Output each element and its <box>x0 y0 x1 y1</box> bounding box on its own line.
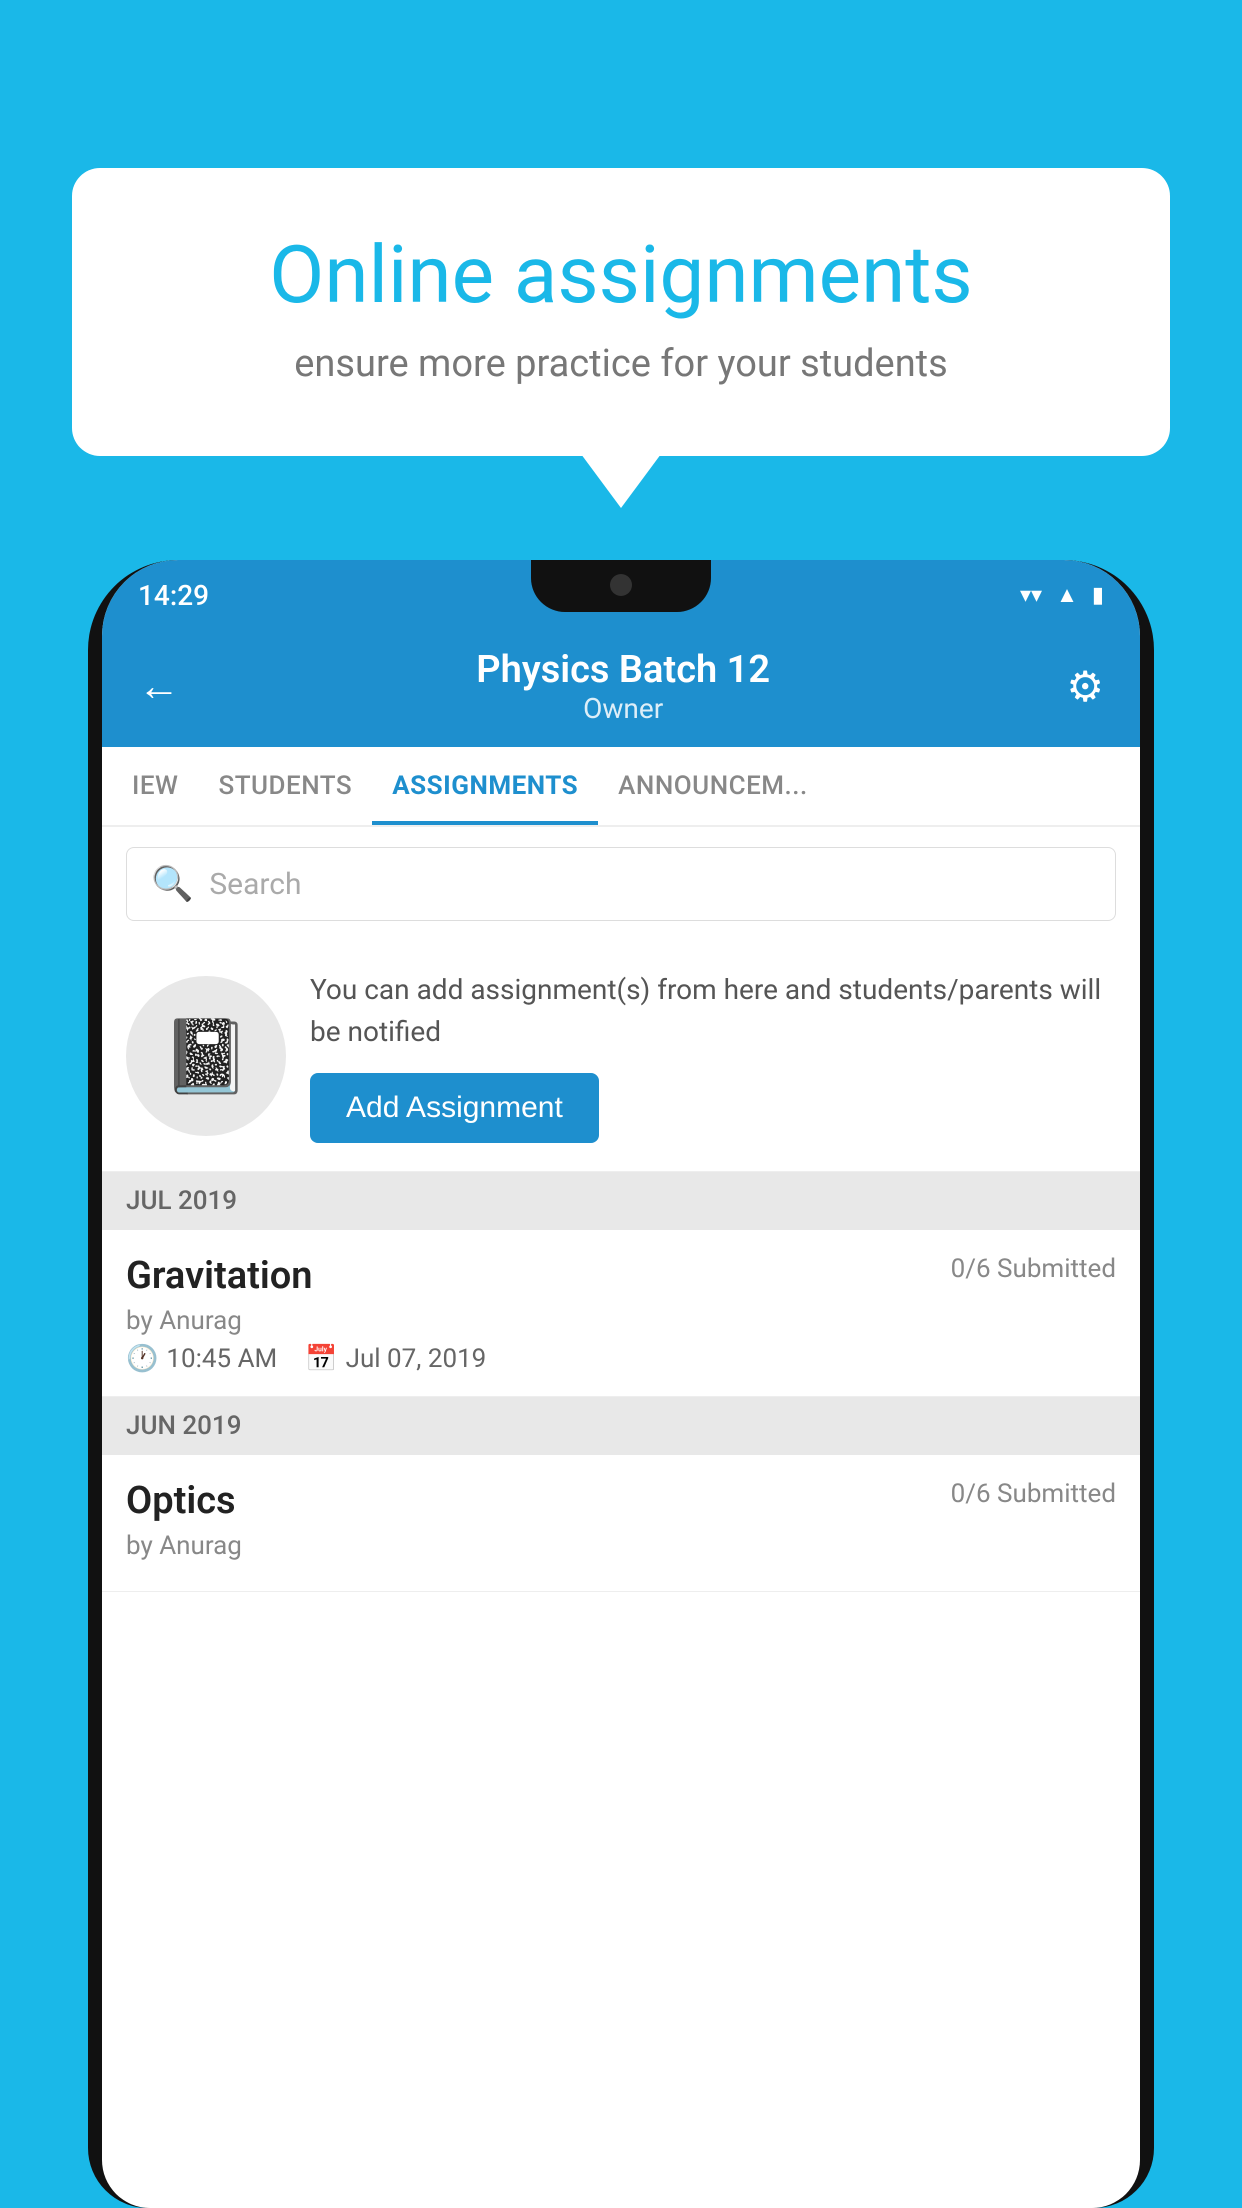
tab-iew[interactable]: IEW <box>112 747 198 825</box>
phone-notch <box>531 560 711 612</box>
back-button[interactable]: ← <box>138 666 180 708</box>
role-subtitle: Owner <box>476 692 770 725</box>
signal-icon: ▲ <box>1056 582 1078 608</box>
promo-text: You can add assignment(s) from here and … <box>310 969 1116 1053</box>
tab-assignments[interactable]: ASSIGNMENTS <box>372 747 598 825</box>
section-jul-2019: JUL 2019 <box>102 1172 1140 1230</box>
phone-frame: 14:29 ▾▾ ▲ ▮ ← Physics Batch 12 Owner ⚙ … <box>88 560 1154 2208</box>
assignment-name-optics: Optics <box>126 1479 236 1523</box>
assignment-optics[interactable]: Optics 0/6 Submitted by Anurag <box>102 1455 1140 1592</box>
assignment-name-gravitation: Gravitation <box>126 1254 313 1298</box>
bubble-subtitle: ensure more practice for your students <box>144 342 1098 386</box>
app-header: ← Physics Batch 12 Owner ⚙ <box>102 630 1140 747</box>
assignment-meta-gravitation: 🕐 10:45 AM 📅 Jul 07, 2019 <box>126 1344 1116 1374</box>
assignment-author-gravitation: by Anurag <box>126 1306 1116 1336</box>
assignment-gravitation[interactable]: Gravitation 0/6 Submitted by Anurag 🕐 10… <box>102 1230 1140 1397</box>
assignment-status-gravitation: 0/6 Submitted <box>951 1254 1116 1284</box>
settings-icon[interactable]: ⚙ <box>1066 662 1104 712</box>
status-time: 14:29 <box>138 579 209 612</box>
status-icons: ▾▾ ▲ ▮ <box>1020 582 1104 608</box>
wifi-icon: ▾▾ <box>1020 583 1042 608</box>
tabs-bar: IEW STUDENTS ASSIGNMENTS ANNOUNCEM... <box>102 747 1140 827</box>
assignment-time-gravitation: 10:45 AM <box>166 1344 277 1374</box>
tab-students[interactable]: STUDENTS <box>198 747 372 825</box>
tab-announcements[interactable]: ANNOUNCEM... <box>598 747 828 825</box>
battery-icon: ▮ <box>1092 583 1104 608</box>
clock-icon: 🕐 <box>126 1344 158 1374</box>
search-placeholder: Search <box>209 867 301 902</box>
phone-screen: 14:29 ▾▾ ▲ ▮ ← Physics Batch 12 Owner ⚙ … <box>102 560 1140 2208</box>
promo-block: 📓 You can add assignment(s) from here an… <box>102 941 1140 1172</box>
assignment-author-optics: by Anurag <box>126 1531 1116 1561</box>
add-assignment-button[interactable]: Add Assignment <box>310 1073 599 1143</box>
assignment-date-gravitation: Jul 07, 2019 <box>346 1344 487 1374</box>
header-title-block: Physics Batch 12 Owner <box>476 648 770 725</box>
search-icon: 🔍 <box>151 864 193 904</box>
batch-title: Physics Batch 12 <box>476 648 770 692</box>
speech-bubble: Online assignments ensure more practice … <box>72 168 1170 456</box>
notebook-icon: 📓 <box>161 1014 251 1099</box>
promo-icon-circle: 📓 <box>126 976 286 1136</box>
search-container: 🔍 Search <box>102 827 1140 941</box>
bubble-title: Online assignments <box>144 228 1098 322</box>
search-bar[interactable]: 🔍 Search <box>126 847 1116 921</box>
section-jun-2019: JUN 2019 <box>102 1397 1140 1455</box>
promo-content: You can add assignment(s) from here and … <box>310 969 1116 1143</box>
camera <box>610 574 632 596</box>
assignment-status-optics: 0/6 Submitted <box>951 1479 1116 1509</box>
calendar-icon: 📅 <box>305 1344 337 1374</box>
